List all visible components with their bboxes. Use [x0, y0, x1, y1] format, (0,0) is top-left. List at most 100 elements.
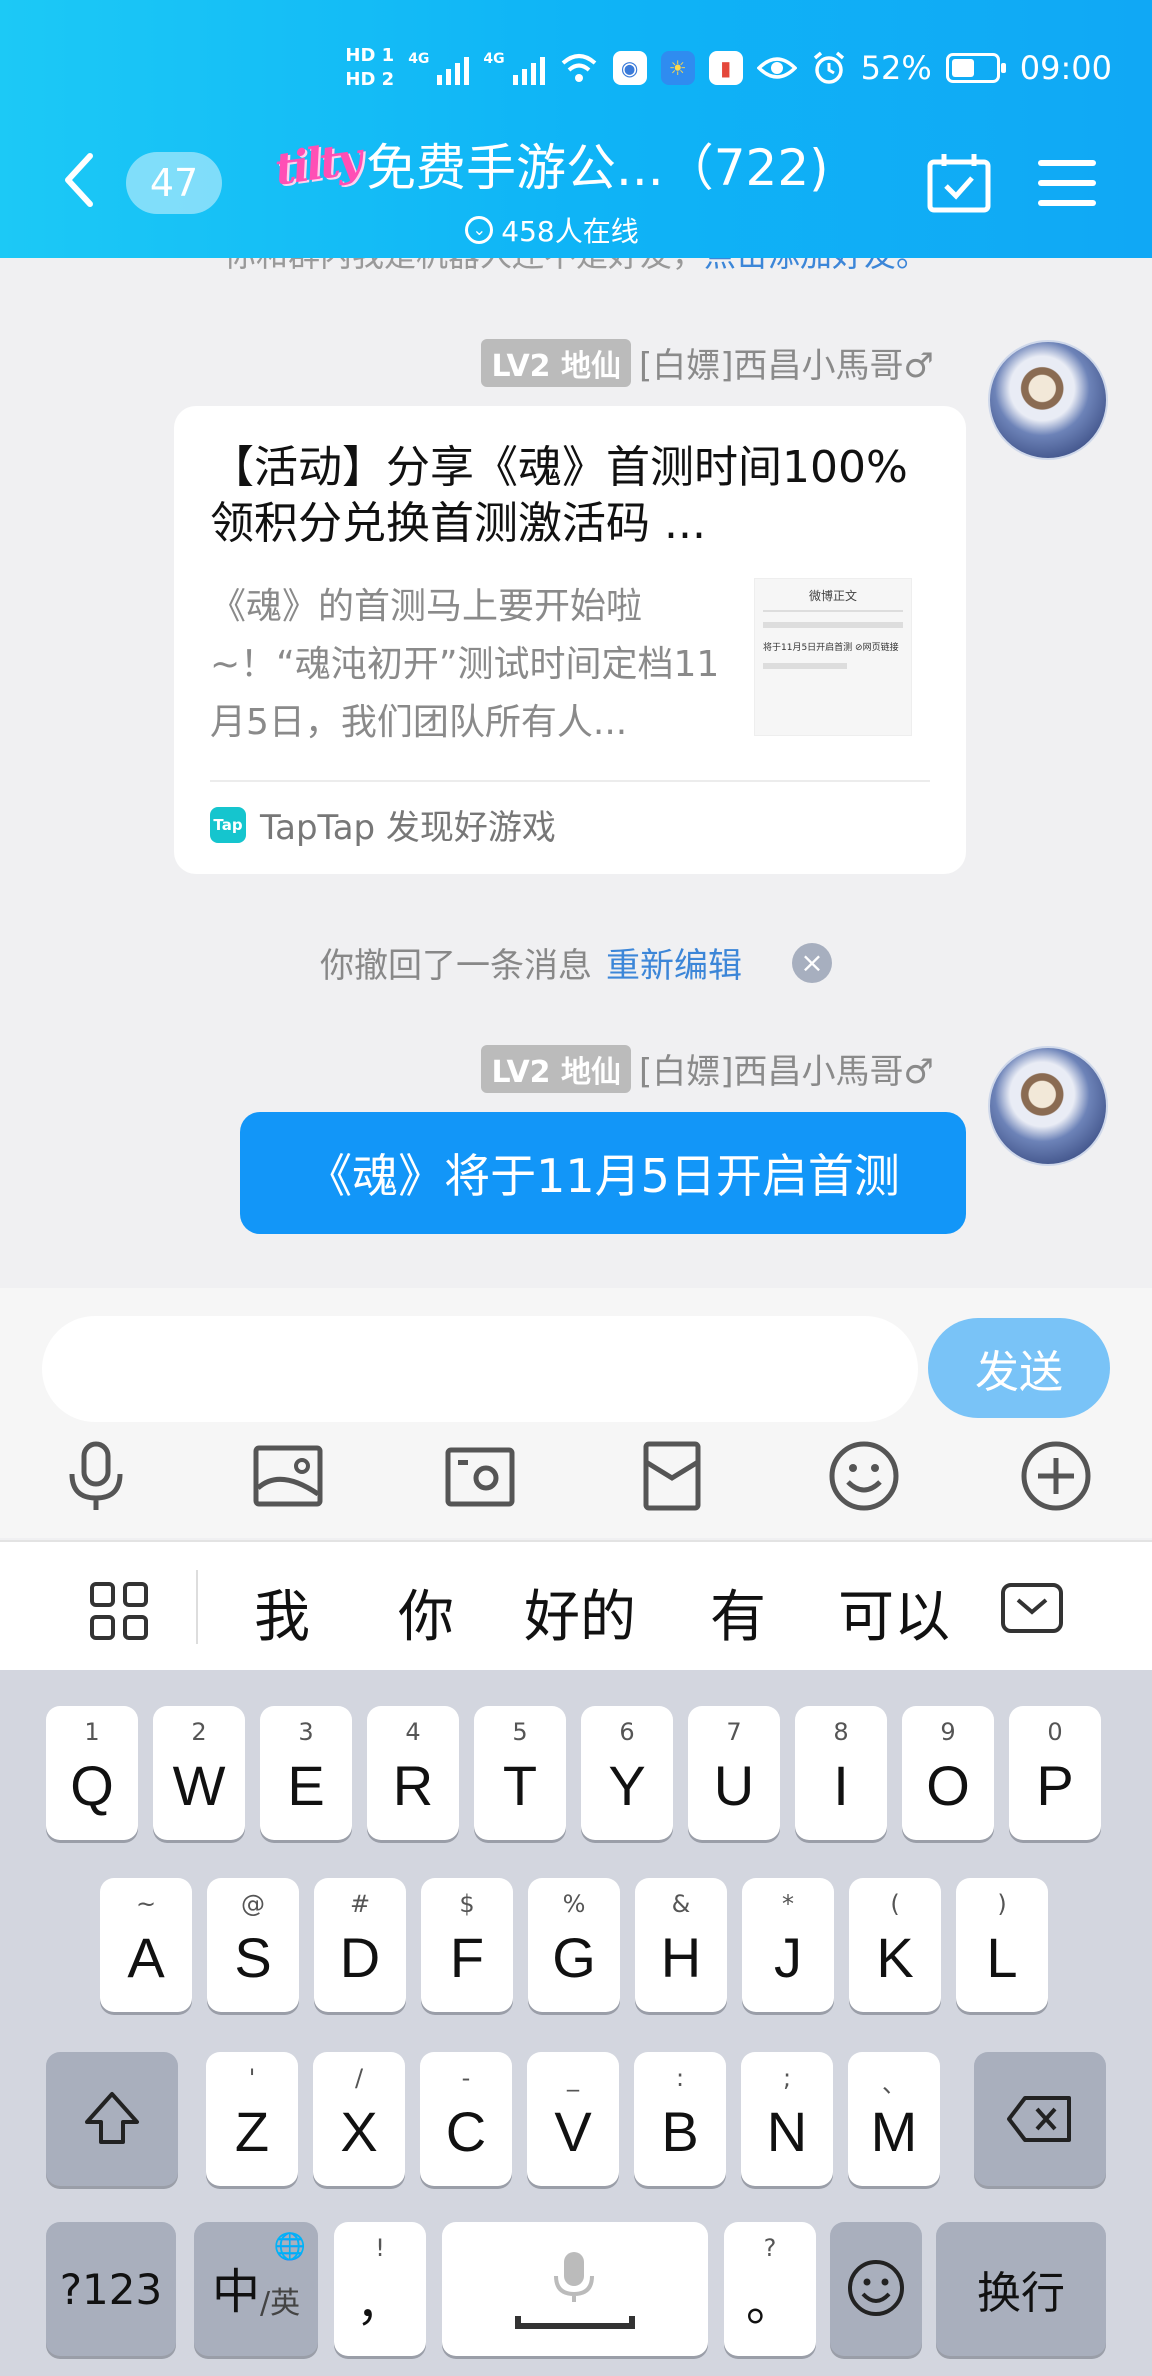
- candidate-word[interactable]: 你: [398, 1572, 454, 1653]
- language-switch-key[interactable]: 🌐 中 /英: [194, 2222, 318, 2356]
- key-v[interactable]: _ V: [527, 2052, 619, 2186]
- key-label: X: [340, 2100, 378, 2163]
- key-t[interactable]: 5T: [474, 1706, 566, 1840]
- period-key-sub: ?: [763, 2234, 777, 2262]
- message-input[interactable]: [42, 1316, 918, 1422]
- sender-name[interactable]: [白嫖]西昌小馬哥♂: [639, 1044, 934, 1093]
- wifi-icon: [561, 54, 596, 82]
- key-g[interactable]: % G: [528, 1878, 620, 2012]
- menu-icon[interactable]: [1038, 160, 1096, 206]
- key-label: V: [554, 2100, 592, 2163]
- enter-key[interactable]: 换行: [936, 2222, 1106, 2356]
- language-sub-label: /英: [260, 2286, 301, 2321]
- microphone-icon[interactable]: [58, 1438, 134, 1514]
- back-arrow-icon[interactable]: [58, 150, 98, 210]
- key-o[interactable]: 9O: [902, 1706, 994, 1840]
- key-label: C: [445, 2100, 487, 2163]
- ime-candidate-bar: 我 你 好的 有 可以: [0, 1540, 1152, 1670]
- key-l[interactable]: ) L: [956, 1878, 1048, 2012]
- key-r[interactable]: 4R: [367, 1706, 459, 1840]
- candidate-word[interactable]: 好的: [524, 1572, 636, 1653]
- candidate-word[interactable]: 可以: [838, 1572, 950, 1653]
- thumbnail-text: 将于11月5日开启首测 ⊘网页链接: [763, 643, 899, 653]
- avatar[interactable]: [988, 1046, 1108, 1166]
- space-key[interactable]: [442, 2222, 708, 2356]
- key-sub-label: 4: [405, 1718, 421, 1746]
- eye-comfort-icon: [756, 57, 797, 79]
- shift-key[interactable]: [46, 2052, 178, 2186]
- chat-header: HD 1 HD 2 4G 4G ◉ ☀ ▮ 52% 09:00 47 tilty…: [0, 0, 1152, 258]
- key-s[interactable]: @ S: [207, 1878, 299, 2012]
- thumbnail-header: 微博正文: [763, 587, 903, 612]
- composer-toolbar: [0, 1438, 1152, 1518]
- image-icon[interactable]: [250, 1438, 326, 1514]
- key-label: F: [449, 1926, 485, 1989]
- level-badge: LV2 地仙: [481, 338, 631, 387]
- key-c[interactable]: -C: [420, 2052, 512, 2186]
- key-sub-label: &: [671, 1890, 691, 1918]
- send-button[interactable]: 发送: [928, 1318, 1110, 1418]
- key-d[interactable]: # D: [314, 1878, 406, 2012]
- candidate-word[interactable]: 我: [254, 1572, 310, 1653]
- key-a[interactable]: ~ A: [100, 1878, 192, 2012]
- key-u[interactable]: 7U: [688, 1706, 780, 1840]
- message-bubble[interactable]: 《魂》将于11月5日开启首测: [240, 1112, 966, 1234]
- key-sub-label: 1: [84, 1718, 100, 1746]
- backspace-key[interactable]: [974, 2052, 1106, 2186]
- key-j[interactable]: * J: [742, 1878, 834, 2012]
- key-label: K: [876, 1926, 914, 1989]
- key-e[interactable]: 3E: [260, 1706, 352, 1840]
- key-sub-label: 6: [619, 1718, 635, 1746]
- key-w[interactable]: 2W: [153, 1706, 245, 1840]
- key-label: L: [986, 1926, 1018, 1989]
- plus-icon[interactable]: [1018, 1438, 1094, 1514]
- key-f[interactable]: $ F: [421, 1878, 513, 2012]
- hd-indicator: HD 1 HD 2: [345, 47, 394, 89]
- candidate-divider: [196, 1570, 198, 1644]
- red-packet-icon[interactable]: [634, 1438, 710, 1514]
- period-key[interactable]: ? 。: [724, 2222, 816, 2356]
- signal-2-icon: 4G: [483, 51, 545, 85]
- calendar-check-icon[interactable]: [926, 152, 992, 214]
- key-i[interactable]: 8I: [795, 1706, 887, 1840]
- key-z[interactable]: ' Z: [206, 2052, 298, 2186]
- ime-menu-grid-icon[interactable]: [90, 1582, 148, 1640]
- avatar[interactable]: [988, 340, 1108, 460]
- key-m[interactable]: 、 M: [848, 2052, 940, 2186]
- comma-key[interactable]: ! ，: [334, 2222, 426, 2356]
- key-sub-label: 、: [882, 2070, 906, 2098]
- emoji-icon[interactable]: [826, 1438, 902, 1514]
- group-title-area[interactable]: tilty 免费手游公...（722) ⌄ 458人在线: [252, 128, 852, 250]
- key-sub-label: :: [675, 2064, 685, 2092]
- candidate-word[interactable]: 有: [710, 1572, 766, 1653]
- hd2-label: HD 2: [345, 69, 395, 90]
- hd1-label: HD 1: [345, 45, 395, 66]
- key-sub-label: %: [562, 1890, 586, 1918]
- add-friend-link[interactable]: 点击添加好友。: [704, 258, 928, 274]
- key-x[interactable]: / X: [313, 2052, 405, 2186]
- emoji-key[interactable]: [830, 2222, 922, 2356]
- re-edit-link[interactable]: 重新编辑: [606, 938, 742, 987]
- add-friend-tip: 你和群内我是机器人还不是好友，点击添加好友。: [0, 258, 1152, 276]
- key-h[interactable]: & H: [635, 1878, 727, 2012]
- key-label: S: [234, 1926, 272, 1989]
- key-sub-label: 0: [1047, 1718, 1063, 1746]
- online-chevron-icon: ⌄: [465, 216, 494, 244]
- shared-link-card[interactable]: 【活动】分享《魂》首测时间100%领积分兑换首测激活码 ... 《魂》的首测马上…: [174, 406, 966, 874]
- collapse-keyboard-icon[interactable]: [1000, 1582, 1064, 1634]
- unread-count-badge[interactable]: 47: [126, 152, 222, 214]
- symbols-key[interactable]: ?123: [46, 2222, 176, 2356]
- key-b[interactable]: :B: [634, 2052, 726, 2186]
- key-sub-label: $: [459, 1890, 475, 1918]
- globe-icon: 🌐: [273, 2232, 306, 2262]
- key-sub-label: #: [349, 1890, 371, 1918]
- key-q[interactable]: 1Q: [46, 1706, 138, 1840]
- close-icon[interactable]: ×: [792, 942, 832, 983]
- language-main-label: 中: [212, 2264, 261, 2320]
- key-n[interactable]: ; N: [741, 2052, 833, 2186]
- key-y[interactable]: 6Y: [581, 1706, 673, 1840]
- key-k[interactable]: (K: [849, 1878, 941, 2012]
- key-p[interactable]: 0P: [1009, 1706, 1101, 1840]
- sender-name[interactable]: [白嫖]西昌小馬哥♂: [639, 338, 934, 387]
- camera-icon[interactable]: [442, 1438, 518, 1514]
